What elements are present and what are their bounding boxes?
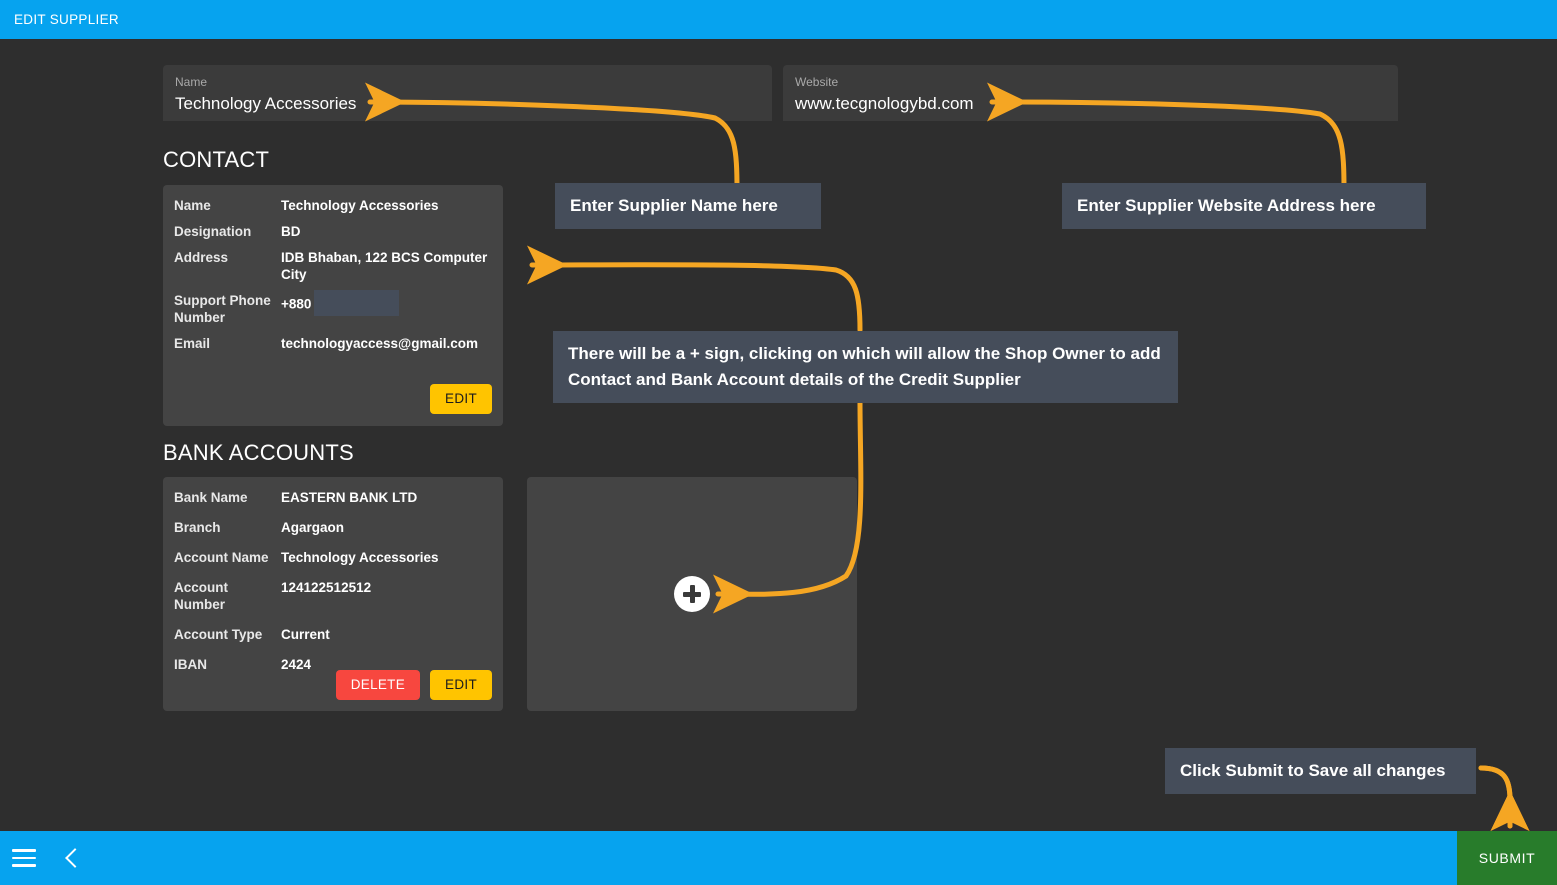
plus-icon[interactable]: [674, 576, 710, 612]
contact-card: Name Technology Accessories Designation …: [163, 185, 503, 426]
top-app-bar: EDIT SUPPLIER: [0, 0, 1557, 39]
bank-branch-value: Agargaon: [281, 520, 345, 535]
bank-account-name-key: Account Name: [174, 550, 269, 565]
chevron-left-icon[interactable]: [48, 831, 96, 885]
redacted-phone-number: [314, 290, 400, 316]
table-row: Account Type Current: [163, 626, 503, 656]
table-row: Branch Agargaon: [163, 519, 503, 549]
contact-designation-value: BD: [281, 224, 301, 239]
bank-section-heading: BANK ACCOUNTS: [163, 440, 354, 465]
table-row: Support Phone Number +880: [163, 290, 503, 335]
add-bank-account-card[interactable]: [527, 477, 857, 711]
table-row: Account Number 124122512512: [163, 579, 503, 626]
bank-branch-key: Branch: [174, 520, 221, 535]
bank-details-table: Bank Name EASTERN BANK LTD Branch Agarga…: [163, 489, 503, 686]
contact-address-value: IDB Bhaban, 122 BCS Computer City: [281, 250, 488, 282]
bottom-navigation-bar: SUBMIT: [0, 831, 1557, 885]
bank-account-type-key: Account Type: [174, 627, 263, 642]
table-row: Email technologyaccess@gmail.com: [163, 335, 503, 361]
contact-details-table: Name Technology Accessories Designation …: [163, 197, 503, 361]
supplier-name-label: Name: [175, 75, 208, 89]
table-row: Bank Name EASTERN BANK LTD: [163, 489, 503, 519]
table-row: Account Name Technology Accessories: [163, 549, 503, 579]
annotation-enter-supplier-name: Enter Supplier Name here: [555, 183, 821, 229]
contact-name-key: Name: [174, 198, 211, 213]
supplier-website-field[interactable]: Website www.tecgnologybd.com: [783, 65, 1398, 121]
contact-designation-key: Designation: [174, 224, 252, 239]
contact-phone-key: Support Phone Number: [174, 293, 271, 325]
contact-section-heading: CONTACT: [163, 147, 270, 172]
bank-iban-key: IBAN: [174, 657, 207, 672]
contact-phone-value: +880: [281, 290, 503, 335]
bank-account-number-value: 124122512512: [281, 580, 372, 595]
main-content-area: Name Technology Accessories Website www.…: [0, 39, 1557, 831]
supplier-name-value[interactable]: Technology Accessories: [175, 93, 760, 115]
table-row: Name Technology Accessories: [163, 197, 503, 223]
supplier-website-value[interactable]: www.tecgnologybd.com: [795, 93, 1386, 115]
supplier-website-label: Website: [795, 75, 839, 89]
page-title: EDIT SUPPLIER: [14, 12, 119, 27]
bank-account-type-value: Current: [281, 627, 330, 642]
contact-email-value: technologyaccess@gmail.com: [281, 336, 478, 351]
contact-edit-button[interactable]: EDIT: [430, 384, 492, 414]
contact-phone-prefix: +880: [281, 296, 312, 312]
supplier-name-field[interactable]: Name Technology Accessories: [163, 65, 772, 121]
bank-account-card: Bank Name EASTERN BANK LTD Branch Agarga…: [163, 477, 503, 711]
annotation-plus-sign-info: There will be a + sign, clicking on whic…: [553, 331, 1178, 403]
table-row: Designation BD: [163, 223, 503, 249]
contact-name-value: Technology Accessories: [281, 198, 439, 213]
submit-button[interactable]: SUBMIT: [1457, 831, 1557, 885]
table-row: Address IDB Bhaban, 122 BCS Computer Cit…: [163, 249, 503, 292]
annotation-click-submit: Click Submit to Save all changes: [1165, 748, 1476, 794]
bank-delete-button[interactable]: DELETE: [335, 670, 421, 700]
bank-name-key: Bank Name: [174, 490, 248, 505]
bank-actions: DELETE EDIT: [335, 670, 492, 700]
contact-address-key: Address: [174, 250, 229, 265]
bank-account-number-key: Account Number: [174, 580, 228, 612]
annotation-enter-website: Enter Supplier Website Address here: [1062, 183, 1426, 229]
hamburger-menu-icon[interactable]: [0, 831, 48, 885]
bank-edit-button[interactable]: EDIT: [430, 670, 492, 700]
bank-account-name-value: Technology Accessories: [281, 550, 439, 565]
bank-name-value: EASTERN BANK LTD: [281, 490, 418, 505]
contact-email-key: Email: [174, 336, 211, 351]
contact-actions: EDIT: [430, 384, 492, 414]
